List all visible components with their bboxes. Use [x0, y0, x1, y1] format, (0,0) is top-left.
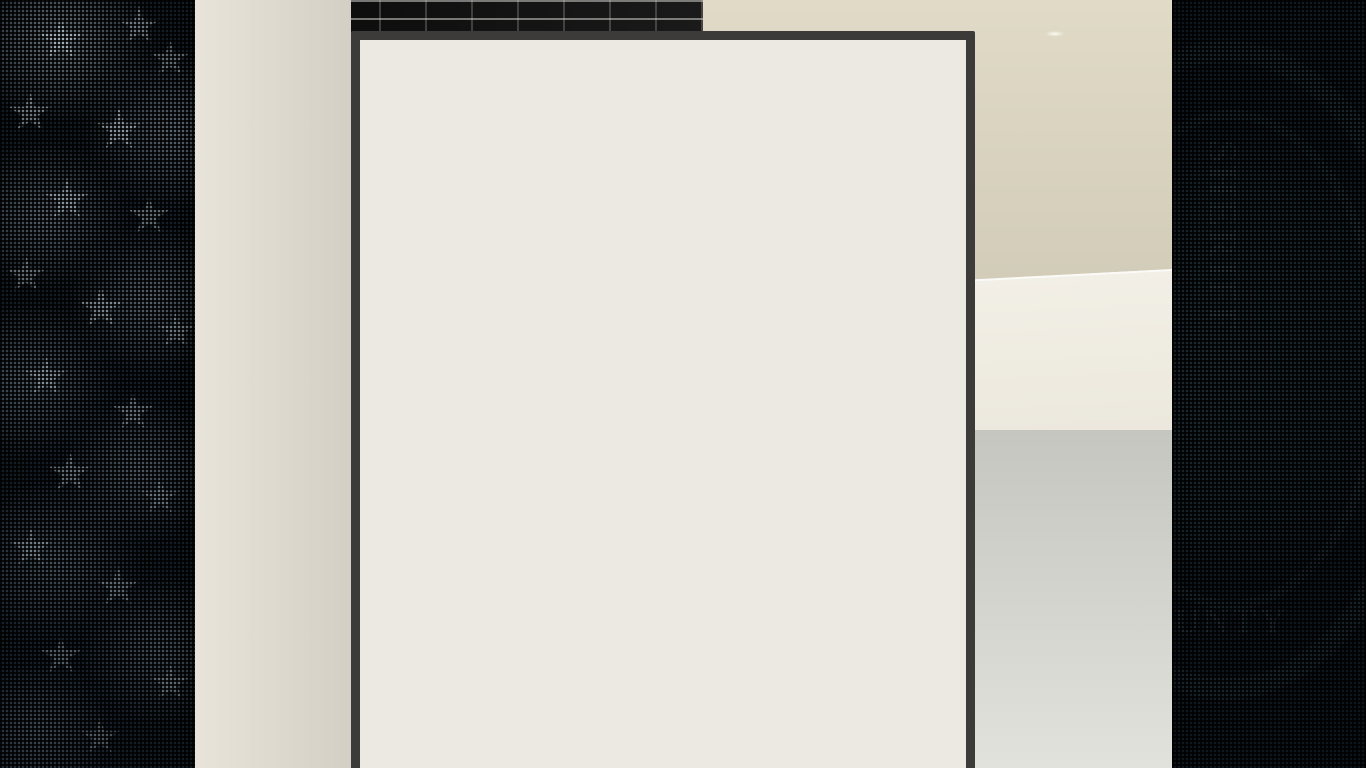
content-panel: Processing Emma Salters Processing Capta…	[195, 0, 1172, 768]
intake-doorway-photo	[545, 718, 723, 768]
main-content: Processing The Processing Division is co…	[545, 0, 1172, 768]
